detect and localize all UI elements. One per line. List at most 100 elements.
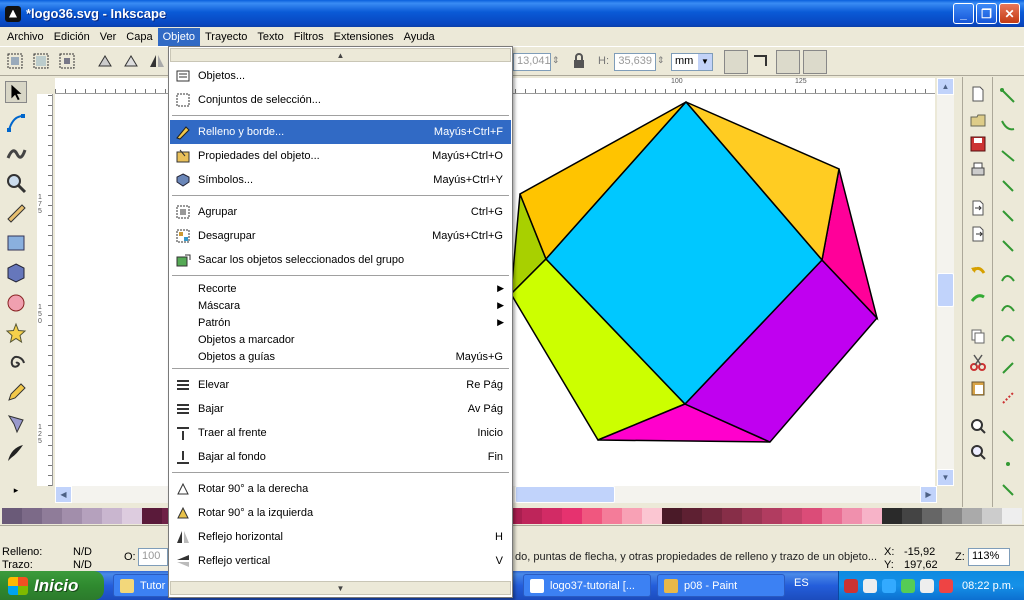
menu-ayuda[interactable]: Ayuda [399, 28, 440, 46]
snap-bbox-icon[interactable] [999, 117, 1017, 135]
menu-scroll-down-icon[interactable]: ▼ [170, 581, 511, 595]
rotate-cw-icon[interactable] [122, 52, 140, 70]
snap-enable-icon[interactable] [999, 87, 1017, 105]
palette-swatch[interactable] [802, 508, 822, 524]
snap-paths-icon[interactable] [999, 299, 1017, 317]
zoom-drawing-icon[interactable] [969, 443, 987, 461]
palette-swatch[interactable] [582, 508, 602, 524]
copy-icon[interactable] [969, 327, 987, 345]
snap-bbox-corner-icon[interactable] [999, 177, 1017, 195]
menu-item-desagrupar[interactable]: Desagrupar Mayús+Ctrl+G [170, 224, 511, 248]
language-indicator[interactable]: ES [794, 577, 809, 589]
snap-page-icon[interactable] [999, 481, 1017, 499]
menu-item-agrupar[interactable]: Agrupar Ctrl+G [170, 200, 511, 224]
menu-item-bajar-al-fondo[interactable]: Bajar al fondo Fin [170, 445, 511, 469]
menu-item-objetos[interactable]: Objetos... [170, 64, 511, 88]
move-gradients-button[interactable] [776, 50, 800, 74]
palette-swatch[interactable] [562, 508, 582, 524]
select-all-layers-icon[interactable] [32, 52, 50, 70]
palette-swatch[interactable] [142, 508, 162, 524]
menu-texto[interactable]: Texto [252, 28, 288, 46]
palette-swatch[interactable] [942, 508, 962, 524]
menu-extensiones[interactable]: Extensiones [329, 28, 399, 46]
menu-scroll-up-icon[interactable]: ▲ [170, 48, 511, 62]
zoom-tool-icon[interactable] [5, 172, 27, 194]
scroll-left-icon[interactable]: ◀ [55, 486, 72, 503]
zoom-selection-icon[interactable] [969, 417, 987, 435]
menu-item-simbolos[interactable]: Símbolos... Mayús+Ctrl+Y [170, 168, 511, 192]
move-patterns-button[interactable] [803, 50, 827, 74]
palette-swatch[interactable] [742, 508, 762, 524]
info-icon[interactable] [882, 578, 896, 593]
palette-swatch[interactable] [642, 508, 662, 524]
menu-item-reflejo-horizontal[interactable]: Reflejo horizontal H [170, 525, 511, 549]
height-field[interactable]: 35,639 [614, 53, 656, 71]
redo-icon[interactable] [969, 289, 987, 307]
menu-item-mascara[interactable]: Máscara ▶ [170, 297, 511, 314]
lock-icon[interactable] [570, 52, 588, 70]
palette-swatch[interactable] [602, 508, 622, 524]
menu-capa[interactable]: Capa [121, 28, 157, 46]
tweak-tool-icon[interactable] [5, 142, 27, 164]
y-stepper-icon[interactable]: ⇕ [552, 55, 564, 73]
security-icon[interactable] [901, 578, 915, 593]
height-stepper-icon[interactable]: ⇕ [657, 55, 669, 73]
start-button[interactable]: Inicio [0, 571, 104, 600]
menu-item-reflejo-vertical[interactable]: Reflejo vertical V [170, 549, 511, 573]
scroll-up-icon[interactable]: ▲ [937, 78, 954, 95]
ellipse-tool-icon[interactable] [5, 292, 27, 314]
select-all-icon[interactable] [6, 52, 24, 70]
zoom-field[interactable]: 113% [968, 548, 1010, 566]
scale-corners-icon[interactable] [752, 52, 770, 70]
save-icon[interactable] [969, 135, 987, 153]
horizontal-scroll-thumb[interactable] [515, 486, 615, 503]
snap-intersections-icon[interactable] [999, 329, 1017, 347]
menu-item-bajar[interactable]: Bajar Av Pág [170, 397, 511, 421]
menu-item-conjuntos-de-seleccion[interactable]: Conjuntos de selección... [170, 88, 511, 112]
menu-item-objetos-a-guias[interactable]: Objetos a guías Mayús+G [170, 348, 511, 365]
opacity-field[interactable]: 100 [138, 548, 168, 566]
palette-swatch[interactable] [662, 508, 682, 524]
snap-nodes-icon[interactable] [999, 269, 1017, 287]
menu-trayecto[interactable]: Trayecto [200, 28, 252, 46]
vertical-scroll-thumb[interactable] [937, 273, 954, 307]
rotate-ccw-icon[interactable] [96, 52, 114, 70]
snap-center-icon[interactable] [999, 427, 1017, 445]
calligraphy-tool-icon[interactable] [5, 442, 27, 464]
snap-bbox-edge-icon[interactable] [999, 147, 1017, 165]
menu-filtros[interactable]: Filtros [289, 28, 329, 46]
minimize-icon[interactable]: _ [953, 3, 974, 24]
snap-rotation-center-icon[interactable] [999, 455, 1017, 473]
palette-swatch[interactable] [62, 508, 82, 524]
palette-swatch[interactable] [922, 508, 942, 524]
palette-swatch[interactable] [2, 508, 22, 524]
import-icon[interactable] [969, 199, 987, 217]
task-button-logo37[interactable]: logo37-tutorial [... [523, 574, 651, 597]
palette-swatch[interactable] [622, 508, 642, 524]
palette-swatch[interactable] [822, 508, 842, 524]
palette-swatch[interactable] [862, 508, 882, 524]
menu-item-traer-al-frente[interactable]: Traer al frente Inicio [170, 421, 511, 445]
volume-icon[interactable] [863, 578, 877, 593]
menu-item-rotar-90-a-la-derecha[interactable]: Rotar 90° a la derecha [170, 477, 511, 501]
palette-swatch[interactable] [22, 508, 42, 524]
palette-swatch[interactable] [902, 508, 922, 524]
3d-box-tool-icon[interactable] [5, 262, 27, 284]
maximize-icon[interactable]: ❐ [976, 3, 997, 24]
menu-item-objetos-a-marcador[interactable]: Objetos a marcador [170, 331, 511, 348]
palette-swatch[interactable] [42, 508, 62, 524]
palette-swatch[interactable] [522, 508, 542, 524]
menu-objeto[interactable]: Objeto [157, 27, 200, 46]
menu-item-patron[interactable]: Patrón ▶ [170, 314, 511, 331]
network-icon[interactable] [844, 578, 858, 593]
palette-swatch[interactable] [962, 508, 982, 524]
unit-select[interactable]: mm ▼ [671, 53, 713, 71]
scale-stroke-button[interactable] [724, 50, 748, 74]
menu-item-elevar[interactable]: Elevar Re Pág [170, 373, 511, 397]
selector-tool-icon[interactable] [5, 81, 27, 103]
snap-bbox-center-icon[interactable] [999, 237, 1017, 255]
snap-bbox-midpoint-icon[interactable] [999, 207, 1017, 225]
cut-icon[interactable] [969, 353, 987, 371]
menu-ver[interactable]: Ver [95, 28, 122, 46]
rectangle-tool-icon[interactable] [5, 232, 27, 254]
